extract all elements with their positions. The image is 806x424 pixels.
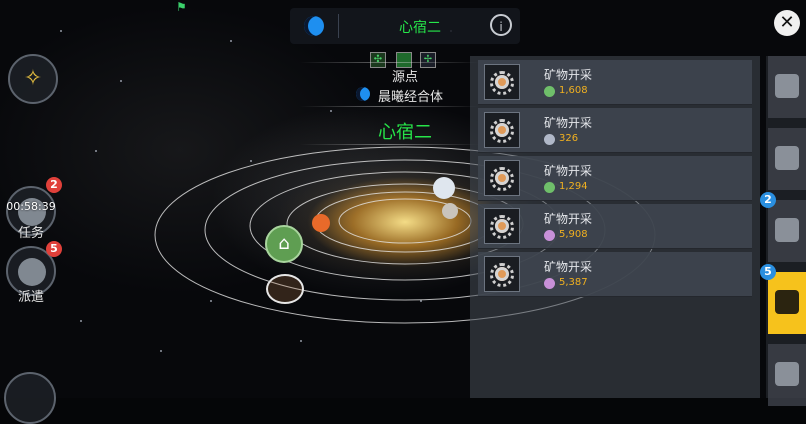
dispatch-label: 派遣 (17, 290, 44, 305)
resource-icon (544, 182, 555, 193)
asteroid-core (495, 75, 509, 89)
mining-row[interactable]: 矿物开采 5,908 (478, 204, 752, 249)
mining-title: 矿物开采 (544, 164, 593, 178)
divider (338, 14, 339, 38)
tab-badge: 5 (760, 264, 776, 280)
task-badge: 2 (46, 177, 62, 193)
mining-icon (484, 160, 520, 196)
mining-title: 矿物开采 (544, 212, 593, 226)
faction-icon[interactable] (304, 16, 324, 36)
planet-white[interactable] (433, 177, 455, 199)
right-tab-bar: 25 (760, 56, 806, 406)
misc-tab[interactable] (768, 344, 806, 406)
mining-row[interactable]: 矿物开采 5,387 (478, 252, 752, 297)
asteroid-core (495, 219, 509, 233)
resource-amount: 5,908 (559, 229, 588, 240)
resource-amount: 5,387 (559, 277, 588, 288)
task-label: 任务 (17, 226, 44, 241)
fleet-icon (775, 290, 799, 314)
task-timer: 00:58:39 (6, 200, 56, 213)
mining-row[interactable]: 矿物开采 326 (478, 108, 752, 153)
mining-row[interactable]: 矿物开采 1,294 (478, 156, 752, 201)
bottom-left-button[interactable] (4, 372, 56, 424)
planet-icon (775, 74, 799, 98)
starmap-button[interactable]: ✧ (8, 54, 58, 104)
home-base-marker[interactable]: ⌂ (265, 225, 303, 263)
resource-icon (544, 230, 555, 241)
dispatch-badge: 5 (46, 241, 62, 257)
corp-name: 晨曦经合体 (378, 90, 444, 105)
planet-grey[interactable] (442, 203, 458, 219)
asteroid-core (495, 123, 509, 137)
resource-icon (544, 278, 555, 289)
flag-icon: ⚑ (176, 0, 187, 14)
top-bar: 心宿二 i (290, 8, 520, 44)
planet-outlined[interactable] (266, 274, 304, 304)
mining-icon (484, 256, 520, 292)
tab-badge: 2 (760, 192, 776, 208)
ship-icon (18, 258, 46, 286)
constellation-icon: ✧ (23, 66, 43, 91)
planet-tab[interactable] (768, 56, 806, 118)
resource-icon (544, 134, 555, 145)
divider-line (300, 144, 480, 145)
mining-title: 矿物开采 (544, 68, 593, 82)
resource-icon (544, 86, 555, 97)
mining-icon (484, 112, 520, 148)
misc-icon (775, 362, 799, 386)
resource-amount: 326 (559, 133, 579, 144)
system-title: 心宿二 (399, 20, 441, 36)
mining-title: 矿物开采 (544, 116, 593, 130)
system-name: 心宿二 (378, 122, 432, 143)
info-button[interactable]: i (490, 14, 512, 36)
mining-icon (484, 208, 520, 244)
mining-row[interactable]: 矿物开采 1,608 (478, 60, 752, 105)
faction-icon (356, 87, 370, 101)
close-button[interactable]: ✕ (774, 10, 800, 36)
mining-title: 矿物开采 (544, 260, 593, 274)
divider-line (300, 62, 480, 63)
asteroid-core (495, 171, 509, 185)
document-tab[interactable] (768, 128, 806, 190)
mining-icon (484, 64, 520, 100)
card-tab[interactable]: 2 (760, 192, 806, 262)
document-icon (775, 146, 799, 170)
card-icon (775, 218, 799, 242)
origin-label: 源点 (391, 70, 418, 85)
resource-amount: 1,294 (559, 181, 588, 192)
planet-orange[interactable] (312, 214, 330, 232)
resource-amount: 1,608 (559, 85, 588, 96)
fleet-tab[interactable]: 5 (760, 264, 806, 334)
divider-line (300, 106, 480, 107)
mining-list-panel: 矿物开采 1,608 矿物开采 326 矿物开采 1,294 矿物开采 5,908 矿物开采 5,… (470, 56, 760, 398)
corp-row: 晨曦经合体 (356, 86, 476, 105)
asteroid-core (495, 267, 509, 281)
